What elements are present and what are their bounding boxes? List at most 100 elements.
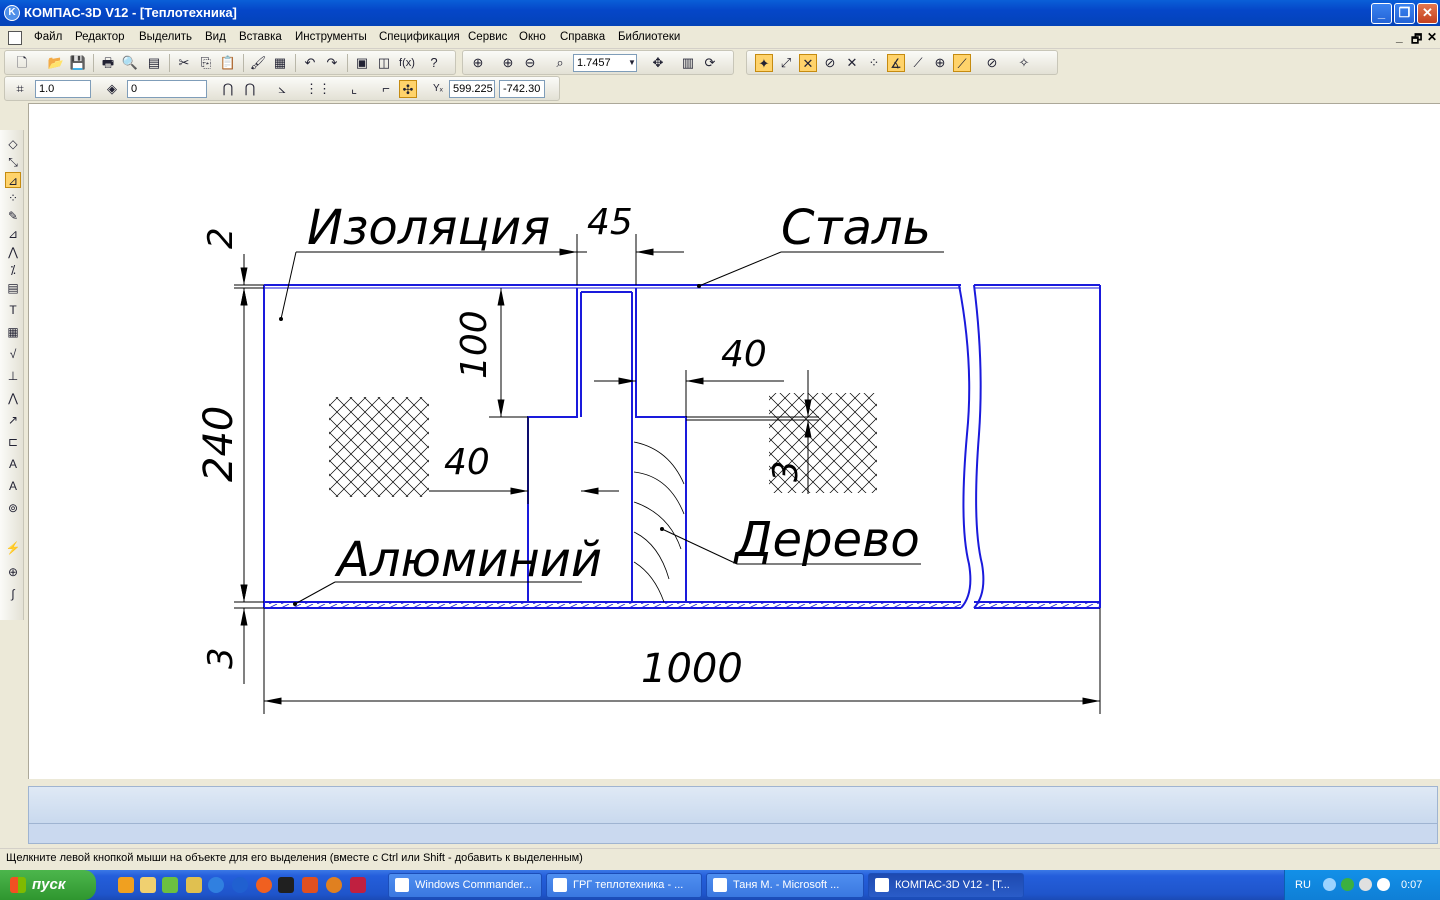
orthogonal-icon[interactable]: ⦣: [273, 80, 291, 98]
wave-icon[interactable]: ∫: [5, 586, 21, 602]
snap-mode-icon[interactable]: ✣: [399, 80, 417, 98]
dimensions-icon[interactable]: ⁘: [5, 190, 21, 206]
text-icon[interactable]: T: [5, 302, 21, 318]
mdi-minimize-button[interactable]: _: [1396, 30, 1403, 44]
snap-disable-icon[interactable]: ⊘: [983, 54, 1001, 72]
tray-volume-icon[interactable]: [1359, 878, 1372, 891]
position-icon[interactable]: ↗: [5, 412, 21, 428]
quicklaunch-notepad-icon[interactable]: [140, 877, 156, 893]
redo-icon[interactable]: ↷: [323, 54, 341, 72]
zoom-window-icon[interactable]: ⊕: [469, 54, 487, 72]
coord-x-field[interactable]: 599.225: [449, 80, 495, 98]
open-folder-icon[interactable]: 📂: [47, 54, 65, 72]
language-indicator[interactable]: RU: [1295, 879, 1311, 891]
quicklaunch-app-icon[interactable]: [278, 877, 294, 893]
select-icon[interactable]: ⋀: [5, 244, 21, 260]
center-mark-icon[interactable]: ⊚: [5, 500, 21, 516]
local-cs-icon[interactable]: ⌞: [345, 80, 363, 98]
spec-icon[interactable]: ▤: [5, 280, 21, 296]
quicklaunch-ie-icon[interactable]: [232, 877, 248, 893]
pan-icon[interactable]: ✥: [649, 54, 667, 72]
properties-icon[interactable]: ▦: [271, 54, 289, 72]
view-arrow-icon[interactable]: A: [5, 456, 21, 472]
quicklaunch-app-icon[interactable]: [350, 877, 366, 893]
base-icon[interactable]: ⊥: [5, 368, 21, 384]
save-icon[interactable]: 💾: [69, 54, 87, 72]
snap-center-icon[interactable]: ⊕: [931, 54, 949, 72]
print-icon[interactable]: 🖶: [99, 54, 117, 72]
refresh-icon[interactable]: ▥: [679, 54, 697, 72]
target-icon[interactable]: ⊕: [5, 564, 21, 580]
snap-nearest-point-icon[interactable]: ✦: [755, 54, 773, 72]
snap-point-on-curve-icon[interactable]: ⟋: [953, 54, 971, 72]
close-button[interactable]: ✕: [1417, 3, 1438, 24]
cursor-step-icon[interactable]: ⌗: [11, 80, 29, 98]
drawing-canvas[interactable]: Изоляция Сталь Алюминий Дерево 2 45 100 …: [28, 103, 1440, 779]
menu-window[interactable]: Окно: [519, 31, 546, 43]
document-icon[interactable]: [8, 31, 22, 45]
layers-icon[interactable]: ◫: [375, 54, 393, 72]
quicklaunch-tool-icon[interactable]: [162, 877, 178, 893]
help-pointer-icon[interactable]: ?: [425, 54, 443, 72]
table-icon[interactable]: ▦: [5, 324, 21, 340]
variables-fx-icon[interactable]: f(x): [395, 54, 419, 72]
paste-icon[interactable]: 📋: [219, 54, 237, 72]
tray-network-icon[interactable]: [1341, 878, 1354, 891]
task-word-document[interactable]: Таня М. - Microsoft ...: [706, 873, 864, 898]
lightning-icon[interactable]: ⚡: [5, 540, 21, 556]
magnet-icon[interactable]: ⋂: [219, 80, 237, 98]
parametrization-icon[interactable]: ⊿: [5, 172, 21, 188]
menu-help[interactable]: Справка: [560, 31, 605, 43]
start-button[interactable]: пуск: [0, 870, 96, 900]
menu-libraries[interactable]: Библиотеки: [618, 31, 680, 43]
manager-icon[interactable]: ▣: [353, 54, 371, 72]
quicklaunch-tool-icon[interactable]: [186, 877, 202, 893]
zoom-out-icon[interactable]: ⊖: [521, 54, 539, 72]
coord-y-field[interactable]: -742.30: [499, 80, 545, 98]
copy-icon[interactable]: ⎘: [197, 54, 215, 72]
leader-icon[interactable]: ⋀: [5, 390, 21, 406]
snap-midpoint-icon[interactable]: ⟋: [909, 54, 927, 72]
snap-grid-icon[interactable]: ⁘: [865, 54, 883, 72]
ortho-mode-icon[interactable]: ⌐: [377, 80, 395, 98]
quicklaunch-ie-icon[interactable]: [208, 877, 224, 893]
undo-icon[interactable]: ↶: [301, 54, 319, 72]
menu-editor[interactable]: Редактор: [75, 31, 125, 43]
layer-icon[interactable]: ◈: [103, 80, 121, 98]
step-field[interactable]: 1.0: [35, 80, 91, 98]
associative-view-icon[interactable]: ⁒: [5, 262, 21, 278]
section-icon[interactable]: ⊏: [5, 434, 21, 450]
layer-field[interactable]: 0: [127, 80, 207, 98]
magnet-off-icon[interactable]: ⋂: [241, 80, 259, 98]
text-arrow-icon[interactable]: A: [5, 478, 21, 494]
quicklaunch-app-icon[interactable]: [302, 877, 318, 893]
snap-normal-icon[interactable]: ✕: [843, 54, 861, 72]
roughness-icon[interactable]: √: [5, 346, 21, 362]
tray-app-icon[interactable]: [1377, 878, 1390, 891]
mdi-restore-button[interactable]: 🗗: [1411, 30, 1422, 51]
drawing-sheet[interactable]: Изоляция Сталь Алюминий Дерево 2 45 100 …: [29, 104, 1440, 779]
task-word-document[interactable]: ГРГ теплотехника - ...: [546, 873, 702, 898]
zoom-dropdown-icon[interactable]: ▼: [627, 54, 637, 72]
quicklaunch-firefox-icon[interactable]: [326, 877, 342, 893]
snap-intersection-icon[interactable]: ✕: [799, 54, 817, 72]
menu-select[interactable]: Выделить: [139, 31, 192, 43]
symbols-icon[interactable]: ✎: [5, 208, 21, 224]
geometry-icon[interactable]: ◇: [5, 136, 21, 152]
snap-options-icon[interactable]: ✧: [1015, 54, 1033, 72]
menu-service[interactable]: Сервис: [468, 31, 507, 43]
menu-insert[interactable]: Вставка: [239, 31, 282, 43]
measure-icon[interactable]: ⊿: [5, 226, 21, 242]
property-panel[interactable]: [28, 786, 1438, 824]
zoom-in-icon[interactable]: ⊕: [499, 54, 517, 72]
menu-specification[interactable]: Спецификация: [379, 31, 460, 43]
tray-arrow-icon[interactable]: [1323, 878, 1336, 891]
task-kompas[interactable]: КОМПАС-3D V12 - [Т...: [868, 873, 1024, 898]
maximize-button[interactable]: ❐: [1394, 3, 1415, 24]
quicklaunch-app-icon[interactable]: [118, 877, 134, 893]
mdi-close-button[interactable]: ✕: [1427, 30, 1437, 44]
menu-tools[interactable]: Инструменты: [295, 31, 367, 43]
edit-icon[interactable]: ⤡: [5, 154, 21, 170]
quicklaunch-player-icon[interactable]: [256, 877, 272, 893]
preview-icon[interactable]: ▤: [145, 54, 163, 72]
